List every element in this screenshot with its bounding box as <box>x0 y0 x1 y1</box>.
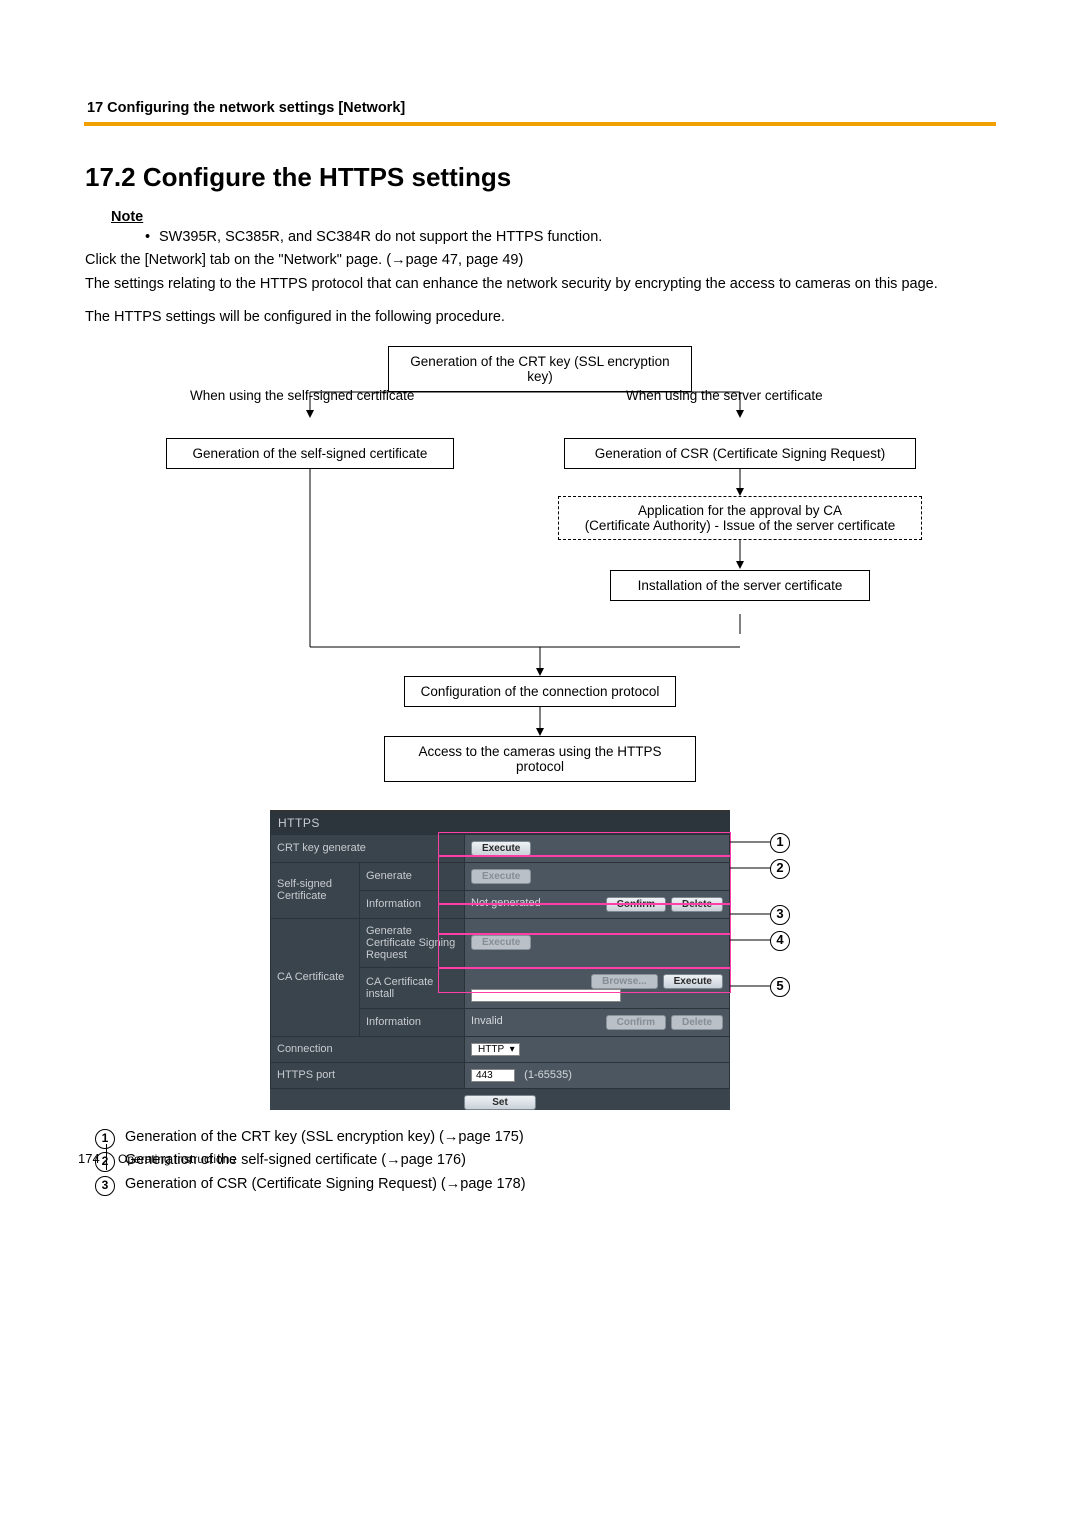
note-item: SW395R, SC385R, and SC384R do not suppor… <box>145 229 995 245</box>
flow-label-self: When using the self-signed certificate <box>190 388 414 403</box>
connection-value: HTTP <box>478 1044 504 1055</box>
flow-ca-approval: Application for the approval by CA (Cert… <box>558 496 922 540</box>
legend-2-ref: page 176) <box>401 1152 466 1168</box>
paragraph-2: The settings relating to the HTTPS proto… <box>85 275 995 295</box>
section-title: 17.2 Configure the HTTPS settings <box>85 162 995 193</box>
row-ca-csr: Generate Certificate Signing Request <box>360 918 465 967</box>
row-ca-info: Information <box>360 1008 465 1036</box>
self-delete-button[interactable]: Delete <box>671 897 723 912</box>
arrow-icon: → <box>444 1129 459 1145</box>
row-ca-install: CA Certificate install <box>360 967 465 1008</box>
self-generate-execute-button[interactable]: Execute <box>471 869 531 884</box>
flow-ca-line1: Application for the approval by CA <box>567 503 913 518</box>
row-crt-label: CRT key generate <box>271 834 465 862</box>
ca-install-execute-button[interactable]: Execute <box>663 974 723 989</box>
flow-config: Configuration of the connection protocol <box>404 676 676 707</box>
https-panel-figure: HTTPS CRT key generate Execute Self-sign… <box>270 810 810 1110</box>
chevron-down-icon: ▾ <box>510 1044 515 1055</box>
connection-select[interactable]: HTTP ▾ <box>471 1043 520 1056</box>
panel-table: CRT key generate Execute Self-signed Cer… <box>270 834 730 1089</box>
legend-1-text: Generation of the CRT key (SSL encryptio… <box>125 1129 444 1145</box>
header-rule <box>84 122 996 126</box>
ca-browse-button[interactable]: Browse... <box>591 974 657 989</box>
footer-divider <box>106 1144 107 1170</box>
note-label: Note <box>111 209 995 225</box>
flow-install: Installation of the server certificate <box>610 570 870 601</box>
callout-5: 5 <box>770 977 790 997</box>
set-button[interactable]: Set <box>464 1095 536 1110</box>
flowchart: Generation of the CRT key (SSL encryptio… <box>140 346 940 786</box>
self-info-value: Not generated <box>471 897 541 909</box>
paragraph-1: Click the [Network] tab on the "Network"… <box>85 251 995 271</box>
arrow-icon: → <box>386 1152 401 1168</box>
callout-1: 1 <box>770 833 790 853</box>
flow-csr: Generation of CSR (Certificate Signing R… <box>564 438 916 469</box>
legend-1: 1 Generation of the CRT key (SSL encrypt… <box>95 1128 995 1148</box>
callout-3: 3 <box>770 905 790 925</box>
legend-1-ref: page 175) <box>458 1129 523 1145</box>
paragraph-1a: Click the [Network] tab on the "Network"… <box>85 252 391 268</box>
row-self-info: Information <box>360 890 465 918</box>
row-connection: Connection <box>271 1036 465 1062</box>
callout-4: 4 <box>770 931 790 951</box>
page-number: 174 <box>78 1151 100 1166</box>
row-port: HTTPS port <box>271 1062 465 1088</box>
paragraph-1b: page 47, page 49) <box>406 252 524 268</box>
legend-3-text: Generation of CSR (Certificate Signing R… <box>125 1176 446 1192</box>
ca-info-value: Invalid <box>471 1015 503 1027</box>
legend-3-ref: page 178) <box>460 1176 525 1192</box>
https-panel: HTTPS CRT key generate Execute Self-sign… <box>270 810 730 1110</box>
crt-execute-button[interactable]: Execute <box>471 841 531 856</box>
port-input[interactable]: 443 <box>471 1069 515 1082</box>
ca-confirm-button[interactable]: Confirm <box>606 1015 666 1030</box>
note-list: SW395R, SC385R, and SC384R do not suppor… <box>145 229 995 245</box>
row-ca-label: CA Certificate <box>271 918 360 1036</box>
paragraph-3: The HTTPS settings will be configured in… <box>85 308 995 328</box>
ca-install-path-input[interactable] <box>471 989 621 1002</box>
flow-ca-line2: (Certificate Authority) - Issue of the s… <box>567 518 913 533</box>
callout-2: 2 <box>770 859 790 879</box>
footer-doc: Operating Instructions <box>118 1152 235 1166</box>
ca-delete-button[interactable]: Delete <box>671 1015 723 1030</box>
panel-title: HTTPS <box>270 812 730 834</box>
flow-self-gen: Generation of the self-signed certificat… <box>166 438 454 469</box>
flow-access: Access to the cameras using the HTTPS pr… <box>384 736 696 782</box>
arrow-icon: → <box>446 1176 461 1192</box>
flowchart-lines <box>140 346 940 786</box>
port-hint: (1-65535) <box>524 1069 572 1081</box>
ca-csr-execute-button[interactable]: Execute <box>471 935 531 950</box>
arrow-icon: → <box>391 252 406 268</box>
self-confirm-button[interactable]: Confirm <box>606 897 666 912</box>
row-self-generate: Generate <box>360 862 465 890</box>
legend-3: 3 Generation of CSR (Certificate Signing… <box>95 1175 995 1195</box>
flow-label-server: When using the server certificate <box>626 388 823 403</box>
row-selfsigned-label: Self-signed Certificate <box>271 862 360 918</box>
flow-crt: Generation of the CRT key (SSL encryptio… <box>388 346 692 392</box>
running-header: 17 Configuring the network settings [Net… <box>87 100 995 116</box>
